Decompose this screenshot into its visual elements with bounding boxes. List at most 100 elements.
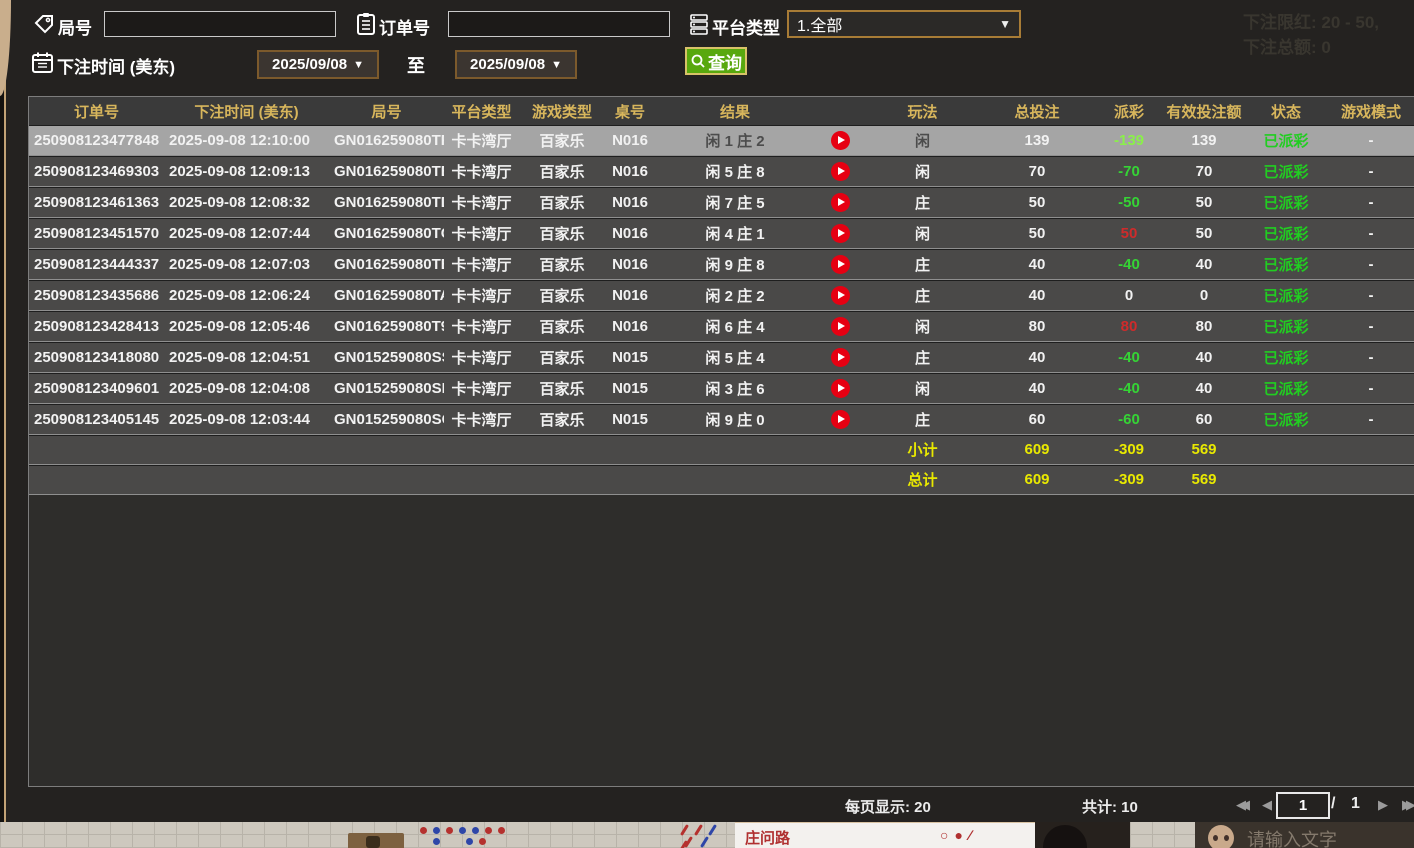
- play-icon: [838, 167, 845, 175]
- first-page-button[interactable]: ◀◀: [1236, 797, 1244, 813]
- replay-button[interactable]: [831, 410, 850, 429]
- replay-button[interactable]: [831, 224, 850, 243]
- total-cell-replay: [815, 465, 865, 494]
- prev-page-button[interactable]: ◀: [1262, 797, 1272, 813]
- cell-time: 2025-09-08 12:04:08: [164, 373, 329, 403]
- cell-time: 2025-09-08 12:06:24: [164, 280, 329, 310]
- column-header-time: 下注时间 (美东): [164, 97, 329, 125]
- table-row[interactable]: 2509081234356862025-09-08 12:06:24GN0162…: [29, 280, 1414, 311]
- cell-bet: 庄: [865, 280, 980, 310]
- cell-valid: 70: [1164, 156, 1244, 186]
- cell-payout: -50: [1094, 187, 1164, 217]
- cell-payout: -40: [1094, 249, 1164, 279]
- cell-mode: -: [1328, 311, 1414, 341]
- page-number-input[interactable]: [1276, 792, 1330, 819]
- cell-table: N016: [605, 249, 655, 279]
- cell-game: 百家乐: [519, 249, 605, 279]
- total-cell-valid: 569: [1164, 435, 1244, 464]
- table-header-row: 订单号下注时间 (美东)局号平台类型游戏类型桌号结果玩法总投注派彩有效投注额状态…: [29, 97, 1414, 125]
- cell-payout: 0: [1094, 280, 1164, 310]
- cell-bet: 庄: [865, 342, 980, 372]
- tag-icon: [33, 13, 55, 35]
- cell-platform: 卡卡湾厅: [444, 342, 519, 372]
- cell-order: 250908123435686: [29, 280, 164, 310]
- query-button[interactable]: 查询: [685, 47, 747, 75]
- replay-button[interactable]: [831, 379, 850, 398]
- cell-total: 70: [980, 156, 1094, 186]
- table-row[interactable]: 2509081234693032025-09-08 12:09:13GN0162…: [29, 156, 1414, 187]
- cell-game: 百家乐: [519, 280, 605, 310]
- total-cell-table: [605, 435, 655, 464]
- platform-selected-value: 1.全部: [789, 12, 999, 36]
- date-to-select[interactable]: 2025/09/08 ▼: [455, 50, 577, 79]
- table-row[interactable]: 2509081234051452025-09-08 12:03:44GN0152…: [29, 404, 1414, 435]
- replay-button[interactable]: [831, 131, 850, 150]
- emoji-icon[interactable]: [1208, 825, 1234, 848]
- table-row[interactable]: 2509081234180802025-09-08 12:04:51GN0152…: [29, 342, 1414, 373]
- cell-result: 闲 7 庄 5: [655, 187, 815, 217]
- cell-replay: [815, 125, 865, 155]
- cell-payout: 50: [1094, 218, 1164, 248]
- chat-input-bar[interactable]: 请输入文字: [1195, 822, 1414, 848]
- date-from-select[interactable]: 2025/09/08 ▼: [257, 50, 379, 79]
- cell-payout: -70: [1094, 156, 1164, 186]
- cell-table: N015: [605, 342, 655, 372]
- cell-valid: 50: [1164, 187, 1244, 217]
- bead-road-grid-small: [1130, 822, 1195, 848]
- road-dot-red: [479, 838, 486, 845]
- total-cell-result: [655, 465, 815, 494]
- table-row[interactable]: 2509081234515702025-09-08 12:07:44GN0162…: [29, 218, 1414, 249]
- replay-button[interactable]: [831, 286, 850, 305]
- replay-button[interactable]: [831, 255, 850, 274]
- cell-time: 2025-09-08 12:07:03: [164, 249, 329, 279]
- cell-round: GN016259080T9: [329, 311, 444, 341]
- background-avatar-band: [1035, 822, 1130, 848]
- next-page-button[interactable]: ▶: [1378, 797, 1388, 813]
- cell-round: GN016259080TA: [329, 280, 444, 310]
- column-header-total: 总投注: [980, 97, 1094, 125]
- play-icon: [838, 260, 845, 268]
- total-cell-game: [519, 465, 605, 494]
- cell-time: 2025-09-08 12:07:44: [164, 218, 329, 248]
- play-icon: [838, 198, 845, 206]
- last-page-button[interactable]: ▶▶: [1402, 797, 1410, 813]
- date-from-value: 2025/09/08: [272, 56, 347, 73]
- table-row[interactable]: 2509081234284132025-09-08 12:05:46GN0162…: [29, 311, 1414, 342]
- cell-table: N016: [605, 218, 655, 248]
- replay-button[interactable]: [831, 193, 850, 212]
- total-cell-mode: [1328, 465, 1414, 494]
- cell-round: GN015259080SS: [329, 342, 444, 372]
- cell-valid: 50: [1164, 218, 1244, 248]
- cell-time: 2025-09-08 12:04:51: [164, 342, 329, 372]
- cell-round: GN016259080TF: [329, 125, 444, 155]
- bet-time-label: 下注时间 (美东): [57, 53, 175, 78]
- chevron-down-icon: ▼: [551, 59, 562, 71]
- total-cell-time: [164, 465, 329, 494]
- cell-payout: 80: [1094, 311, 1164, 341]
- table-row[interactable]: 2509081234613632025-09-08 12:08:32GN0162…: [29, 187, 1414, 218]
- total-cell-payout: -309: [1094, 435, 1164, 464]
- cell-status: 已派彩: [1244, 311, 1328, 341]
- table-row[interactable]: 2509081234096012025-09-08 12:04:08GN0152…: [29, 373, 1414, 404]
- cell-bet: 闲: [865, 156, 980, 186]
- column-header-payout: 派彩: [1094, 97, 1164, 125]
- cell-time: 2025-09-08 12:03:44: [164, 404, 329, 434]
- table-row[interactable]: 2509081234778482025-09-08 12:10:00GN0162…: [29, 125, 1414, 156]
- order-input[interactable]: [448, 11, 670, 37]
- total-cell-replay: [815, 435, 865, 464]
- cell-result: 闲 5 庄 4: [655, 342, 815, 372]
- cell-bet: 闲: [865, 218, 980, 248]
- calendar-icon: [31, 51, 54, 74]
- round-input[interactable]: [104, 11, 336, 37]
- cell-replay: [815, 249, 865, 279]
- replay-button[interactable]: [831, 162, 850, 181]
- replay-button[interactable]: [831, 348, 850, 367]
- table-row[interactable]: 2509081234443372025-09-08 12:07:03GN0162…: [29, 249, 1414, 280]
- replay-button[interactable]: [831, 317, 850, 336]
- platform-select[interactable]: 1.全部 ▼: [787, 10, 1021, 38]
- total-cell-order: [29, 465, 164, 494]
- cell-total: 40: [980, 342, 1094, 372]
- screen: 下注限红: 20 - 50, 下注总额: 0 局号 订单号 平台类型 1.全部 …: [0, 0, 1414, 848]
- total-cell-order: [29, 435, 164, 464]
- date-to-value: 2025/09/08: [470, 56, 545, 73]
